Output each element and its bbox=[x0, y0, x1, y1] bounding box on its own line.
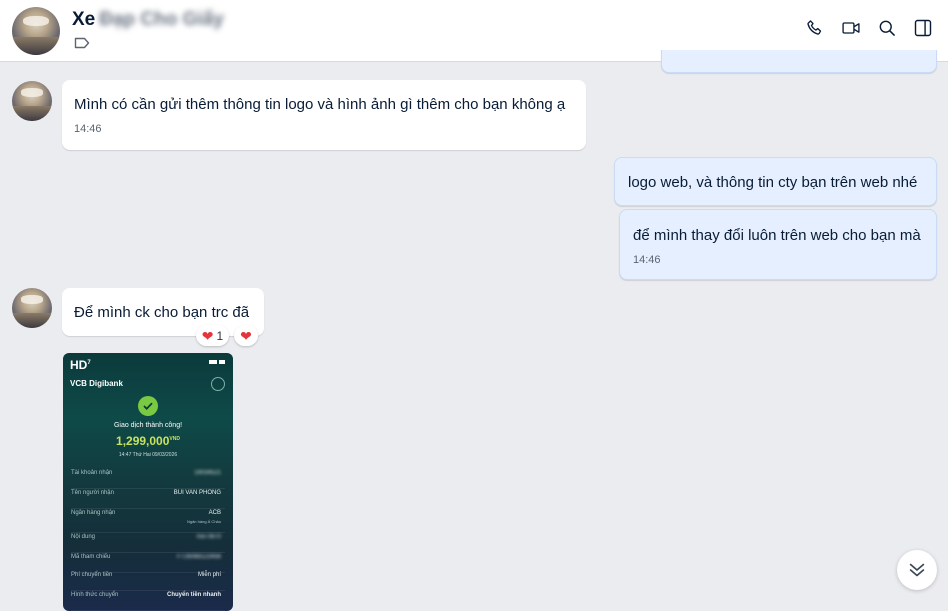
detail-row: Tài khoản nhận 19034521 bbox=[71, 470, 225, 489]
search-icon[interactable] bbox=[876, 17, 898, 39]
message-text: Để mình ck cho bạn trc đã bbox=[74, 304, 250, 321]
home-icon bbox=[211, 377, 225, 391]
video-call-icon[interactable] bbox=[840, 17, 862, 39]
sender-avatar[interactable] bbox=[12, 288, 52, 328]
add-reaction-button[interactable]: ❤ bbox=[234, 325, 258, 346]
detail-row: Ngân hàng nhận ACB Ngân hàng Á Châu bbox=[71, 510, 225, 533]
sender-avatar[interactable] bbox=[12, 81, 52, 121]
detail-row: Hình thức chuyển Chuyển tiền nhanh bbox=[71, 592, 225, 611]
reaction-summary[interactable]: ❤ 1 bbox=[196, 325, 229, 346]
datetime-text: 14:47 Thứ Hai 09/03/2026 bbox=[118, 452, 178, 458]
reaction-count: 1 bbox=[216, 328, 224, 343]
previous-message-bubble[interactable] bbox=[661, 50, 937, 73]
call-icon[interactable] bbox=[804, 17, 826, 39]
contact-name-visible: Xe bbox=[72, 9, 96, 30]
message-text: logo web, và thông tin cty bạn trên web … bbox=[628, 174, 918, 191]
tag-icon[interactable] bbox=[74, 37, 90, 49]
detail-row: Mã tham chiếu FT26068123456 bbox=[71, 554, 225, 573]
success-text: Giao dịch thành công! bbox=[113, 422, 183, 429]
image-message[interactable]: HD7 VCB Digibank Giao dịch thành công! 1… bbox=[63, 353, 233, 611]
status-bar-icons bbox=[209, 360, 225, 364]
contact-avatar[interactable] bbox=[12, 7, 60, 55]
message-bubble[interactable]: Để mình ck cho bạn trc đã bbox=[62, 288, 264, 336]
message-bubble[interactable]: logo web, và thông tin cty bạn trên web … bbox=[614, 157, 937, 206]
detail-row: Tên người nhận BUI VAN PHONG bbox=[71, 490, 225, 509]
bank-name: VCB Digibank bbox=[70, 379, 123, 388]
amount-text: 1,299,000VND bbox=[116, 434, 180, 448]
success-check-icon bbox=[138, 396, 158, 416]
message-bubble[interactable]: Mình có cần gửi thêm thông tin logo và h… bbox=[62, 80, 586, 150]
heart-icon: ❤ bbox=[240, 327, 252, 344]
contact-name[interactable]: Xe Đạp Cho Giấy bbox=[72, 9, 224, 31]
hd-badge: HD7 bbox=[70, 358, 91, 372]
toggle-panel-icon[interactable] bbox=[912, 17, 934, 39]
contact-name-blurred: Đạp Cho Giấy bbox=[99, 9, 224, 30]
message-bubble[interactable]: để mình thay đổi luôn trên web cho bạn m… bbox=[619, 209, 937, 280]
heart-reaction-icon: ❤ bbox=[201, 327, 214, 344]
double-chevron-down-icon bbox=[909, 563, 925, 577]
message-time: 14:46 bbox=[633, 254, 661, 266]
message-text: để mình thay đổi luôn trên web cho bạn m… bbox=[633, 227, 921, 244]
scroll-to-bottom-button[interactable] bbox=[897, 550, 937, 590]
message-text: Mình có cần gửi thêm thông tin logo và h… bbox=[74, 96, 566, 113]
detail-row: Nội dung nxx 0870 bbox=[71, 534, 225, 553]
message-time: 14:46 bbox=[74, 123, 102, 135]
detail-row: Phí chuyển tiền Miễn phí bbox=[71, 572, 225, 591]
